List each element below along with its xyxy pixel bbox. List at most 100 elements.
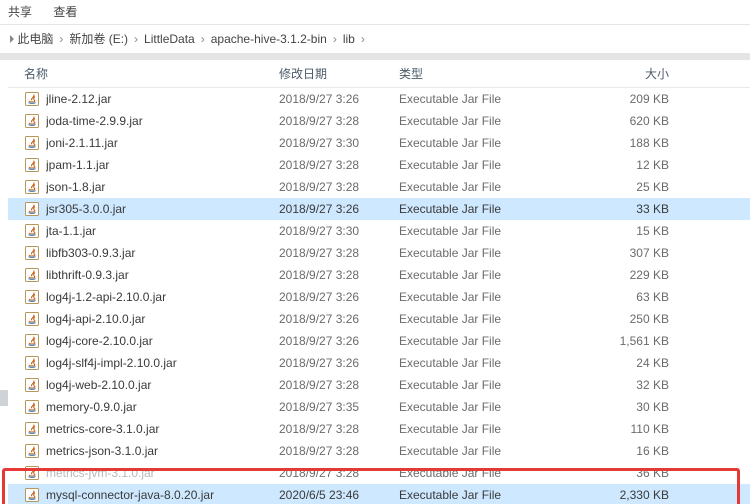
column-date[interactable]: 修改日期	[279, 65, 399, 82]
file-type: Executable Jar File	[399, 136, 559, 150]
file-date: 2018/9/27 3:28	[279, 422, 399, 436]
file-type: Executable Jar File	[399, 334, 559, 348]
file-size: 110 KB	[559, 422, 694, 436]
file-row[interactable]: metrics-core-3.1.0.jar2018/9/27 3:28Exec…	[8, 418, 750, 440]
jar-file-icon	[24, 333, 40, 349]
file-row[interactable]: metrics-jvm-3.1.0.jar2018/9/27 3:28Execu…	[8, 462, 750, 484]
file-row[interactable]: jta-1.1.jar2018/9/27 3:30Executable Jar …	[8, 220, 750, 242]
file-type: Executable Jar File	[399, 158, 559, 172]
file-list[interactable]: jline-2.12.jar2018/9/27 3:26Executable J…	[8, 88, 750, 504]
file-row[interactable]: log4j-1.2-api-2.10.0.jar2018/9/27 3:26Ex…	[8, 286, 750, 308]
file-row[interactable]: libfb303-0.9.3.jar2018/9/27 3:28Executab…	[8, 242, 750, 264]
column-headers[interactable]: 名称 修改日期 类型 大小	[8, 60, 750, 88]
file-size: 33 KB	[559, 202, 694, 216]
file-size: 620 KB	[559, 114, 694, 128]
file-date: 2018/9/27 3:26	[279, 92, 399, 106]
file-date: 2018/9/27 3:28	[279, 114, 399, 128]
file-date: 2018/9/27 3:28	[279, 466, 399, 480]
column-size[interactable]: 大小	[559, 65, 694, 82]
column-type[interactable]: 类型	[399, 65, 559, 82]
file-type: Executable Jar File	[399, 268, 559, 282]
breadcrumb-item[interactable]: 此电脑	[17, 25, 53, 53]
file-size: 16 KB	[559, 444, 694, 458]
file-type: Executable Jar File	[399, 202, 559, 216]
file-row[interactable]: jsr305-3.0.0.jar2018/9/27 3:26Executable…	[8, 198, 750, 220]
file-row[interactable]: jline-2.12.jar2018/9/27 3:26Executable J…	[8, 88, 750, 110]
chevron-right-icon: ›	[333, 25, 337, 53]
breadcrumb[interactable]: 此电脑 › 新加卷 (E:) › LittleData › apache-hiv…	[0, 25, 750, 54]
file-type: Executable Jar File	[399, 180, 559, 194]
jar-file-icon	[24, 179, 40, 195]
breadcrumb-item[interactable]: apache-hive-3.1.2-bin	[211, 25, 327, 53]
file-name: libfb303-0.9.3.jar	[46, 246, 279, 260]
file-name: jline-2.12.jar	[46, 92, 279, 106]
file-size: 32 KB	[559, 378, 694, 392]
jar-file-icon	[24, 223, 40, 239]
breadcrumb-item[interactable]: lib	[343, 25, 355, 53]
chevron-right-icon: ›	[201, 25, 205, 53]
jar-file-icon	[24, 201, 40, 217]
scrollbar-thumb[interactable]	[0, 390, 8, 406]
file-date: 2018/9/27 3:28	[279, 180, 399, 194]
jar-file-icon	[24, 487, 40, 503]
file-size: 24 KB	[559, 356, 694, 370]
chevron-right-icon: ›	[59, 25, 63, 53]
jar-file-icon	[24, 245, 40, 261]
file-row[interactable]: joni-2.1.11.jar2018/9/27 3:30Executable …	[8, 132, 750, 154]
chevron-right-icon: ›	[361, 25, 365, 53]
jar-file-icon	[24, 113, 40, 129]
file-type: Executable Jar File	[399, 444, 559, 458]
breadcrumb-item[interactable]: 新加卷 (E:)	[69, 25, 128, 53]
file-row[interactable]: log4j-api-2.10.0.jar2018/9/27 3:26Execut…	[8, 308, 750, 330]
jar-file-icon	[24, 443, 40, 459]
menu-view[interactable]: 查看	[53, 5, 77, 19]
column-name[interactable]: 名称	[24, 65, 279, 82]
file-type: Executable Jar File	[399, 290, 559, 304]
file-size: 12 KB	[559, 158, 694, 172]
file-size: 30 KB	[559, 400, 694, 414]
file-type: Executable Jar File	[399, 224, 559, 238]
file-row[interactable]: metrics-json-3.1.0.jar2018/9/27 3:28Exec…	[8, 440, 750, 462]
file-name: memory-0.9.0.jar	[46, 400, 279, 414]
file-name: log4j-api-2.10.0.jar	[46, 312, 279, 326]
file-type: Executable Jar File	[399, 114, 559, 128]
file-type: Executable Jar File	[399, 400, 559, 414]
file-size: 1,561 KB	[559, 334, 694, 348]
file-row[interactable]: json-1.8.jar2018/9/27 3:28Executable Jar…	[8, 176, 750, 198]
file-date: 2020/6/5 23:46	[279, 488, 399, 502]
file-date: 2018/9/27 3:26	[279, 356, 399, 370]
file-name: libthrift-0.9.3.jar	[46, 268, 279, 282]
file-row[interactable]: jpam-1.1.jar2018/9/27 3:28Executable Jar…	[8, 154, 750, 176]
file-size: 250 KB	[559, 312, 694, 326]
file-row[interactable]: log4j-core-2.10.0.jar2018/9/27 3:26Execu…	[8, 330, 750, 352]
jar-file-icon	[24, 135, 40, 151]
file-row[interactable]: joda-time-2.9.9.jar2018/9/27 3:28Executa…	[8, 110, 750, 132]
jar-file-icon	[24, 399, 40, 415]
file-size: 209 KB	[559, 92, 694, 106]
file-row[interactable]: log4j-slf4j-impl-2.10.0.jar2018/9/27 3:2…	[8, 352, 750, 374]
file-name: joda-time-2.9.9.jar	[46, 114, 279, 128]
file-type: Executable Jar File	[399, 488, 559, 502]
jar-file-icon	[24, 377, 40, 393]
file-row[interactable]: memory-0.9.0.jar2018/9/27 3:35Executable…	[8, 396, 750, 418]
navigation-pane-edge	[0, 60, 8, 504]
file-row[interactable]: libthrift-0.9.3.jar2018/9/27 3:28Executa…	[8, 264, 750, 286]
file-date: 2018/9/27 3:26	[279, 334, 399, 348]
breadcrumb-item[interactable]: LittleData	[144, 25, 195, 53]
file-size: 2,330 KB	[559, 488, 694, 502]
file-name: json-1.8.jar	[46, 180, 279, 194]
file-type: Executable Jar File	[399, 92, 559, 106]
file-size: 15 KB	[559, 224, 694, 238]
file-row[interactable]: log4j-web-2.10.0.jar2018/9/27 3:28Execut…	[8, 374, 750, 396]
menu-share[interactable]: 共享	[8, 5, 32, 19]
jar-file-icon	[24, 267, 40, 283]
file-type: Executable Jar File	[399, 422, 559, 436]
file-date: 2018/9/27 3:28	[279, 268, 399, 282]
jar-file-icon	[24, 421, 40, 437]
file-type: Executable Jar File	[399, 356, 559, 370]
file-size: 229 KB	[559, 268, 694, 282]
file-date: 2018/9/27 3:26	[279, 202, 399, 216]
file-name: log4j-slf4j-impl-2.10.0.jar	[46, 356, 279, 370]
file-name: metrics-jvm-3.1.0.jar	[46, 466, 279, 480]
file-row[interactable]: mysql-connector-java-8.0.20.jar2020/6/5 …	[8, 484, 750, 504]
